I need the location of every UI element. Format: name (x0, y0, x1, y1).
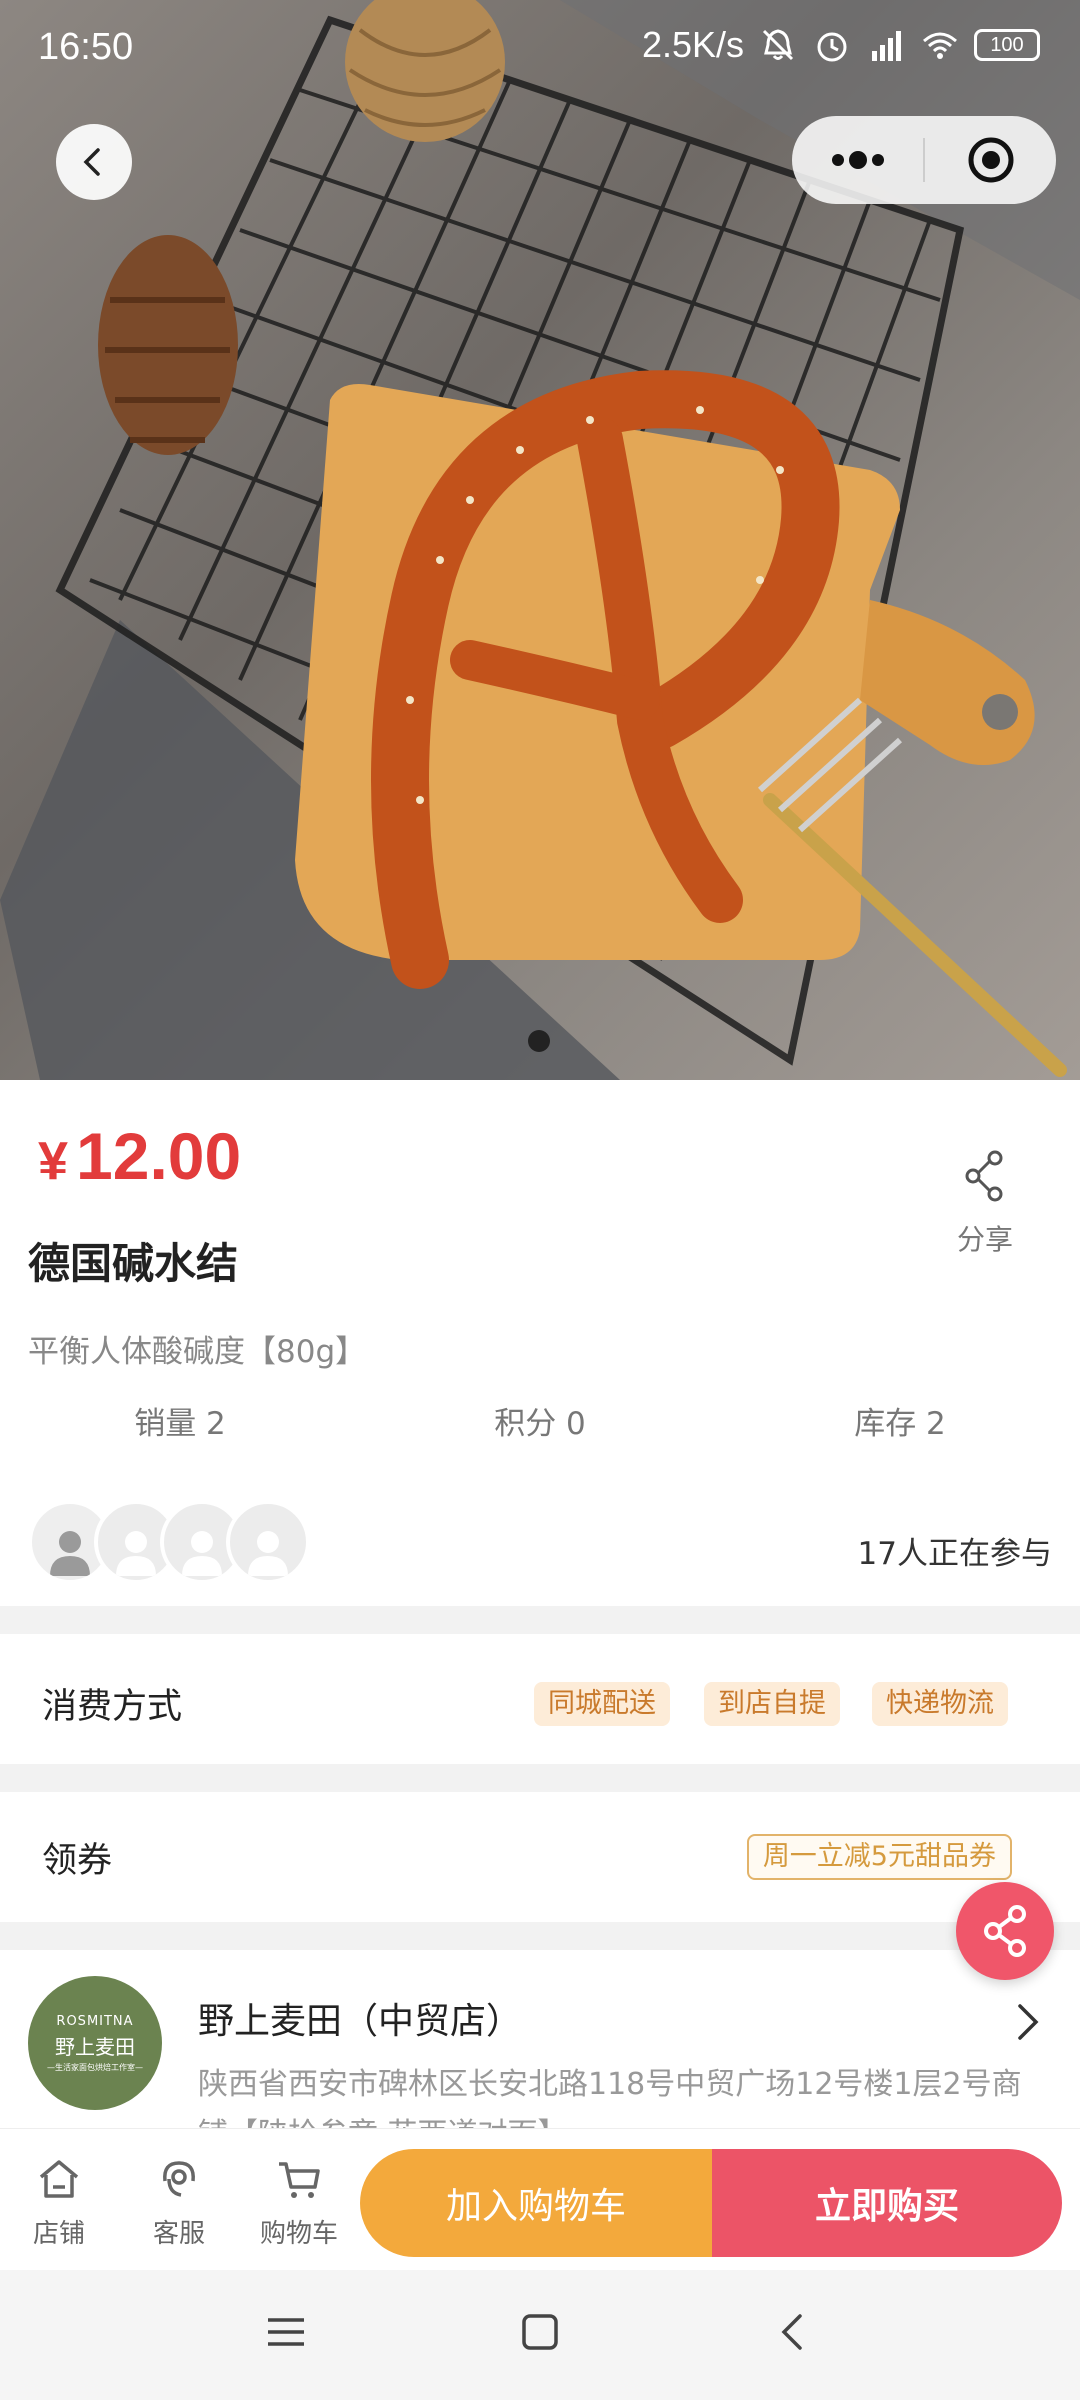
back-button[interactable] (56, 124, 132, 200)
share-button[interactable]: 分享 (930, 1150, 1040, 1258)
product-subtitle: 平衡人体酸碱度【80g】 (28, 1334, 367, 1370)
store-name: 野上麦田（中贸店） (198, 2001, 523, 2042)
product-image[interactable]: 16:50 2.5K/s 100 (0, 0, 1080, 1080)
chip-local-delivery[interactable]: 同城配送 (534, 1682, 670, 1726)
tab-store[interactable]: 店铺 (4, 2155, 114, 2250)
signal-icon (872, 31, 901, 61)
target-close-icon (968, 137, 1013, 183)
user-icon (116, 1531, 156, 1576)
tab-cart[interactable]: 购物车 (244, 2155, 354, 2250)
more-dots-icon (831, 151, 884, 169)
bell-muted-icon (762, 29, 794, 61)
more-button[interactable] (792, 116, 923, 204)
store-card[interactable]: ROSMITNA 野上麦田 —生活家面包烘焙工作室— 野上麦田（中贸店） 陕西省… (0, 1950, 1080, 2130)
status-icons: 2.5K/s 100 (642, 24, 1040, 66)
product-stats: 销量 2 积分 0 库存 2 (0, 1398, 1080, 1443)
tab-store-label: 店铺 (32, 2219, 85, 2249)
wifi-icon (923, 32, 957, 59)
price-currency: ¥ (38, 1131, 69, 1191)
user-icon (248, 1531, 288, 1576)
coupon-badge[interactable]: 周一立减5元甜品券 (746, 1834, 1012, 1880)
product-info: ¥12.00 分享 德国碱水结 平衡人体酸碱度【80g】 销量 2 积分 0 库… (0, 1080, 1080, 1606)
share-label: 分享 (956, 1223, 1013, 1256)
network-speed: 2.5K/s (641, 24, 744, 65)
miniprogram-capsule (792, 116, 1056, 204)
battery-indicator: 100 (974, 29, 1040, 61)
participants-count: 17人正在参与 (857, 1536, 1052, 1572)
avatar (226, 1500, 310, 1584)
price-value: 12.00 (76, 1119, 242, 1193)
store-icon (39, 2160, 79, 2198)
alarm-icon (817, 32, 847, 62)
store-logo: ROSMITNA 野上麦田 —生活家面包烘焙工作室— (28, 1976, 162, 2110)
stat-points: 积分 0 (494, 1406, 586, 1442)
coupon-label: 领券 (42, 1841, 113, 1881)
tab-customer-service-label: 客服 (152, 2219, 205, 2249)
cart-icon (279, 2162, 320, 2198)
carousel-dot (528, 1030, 550, 1052)
stat-stock: 库存 2 (854, 1406, 946, 1442)
user-icon (182, 1531, 222, 1576)
product-title: 德国碱水结 (28, 1239, 239, 1288)
bottom-action-bar: 店铺 客服 购物车 加入购物车 立即购买 (0, 2128, 1080, 2270)
chevron-left-icon (83, 148, 100, 176)
chevron-right-icon (1018, 2004, 1039, 2040)
system-nav-bar (0, 2270, 1080, 2400)
store-logo-tagline: —生活家面包烘焙工作室— (47, 2062, 143, 2072)
share-icon (984, 1905, 1026, 1957)
floating-share-button[interactable] (956, 1882, 1054, 1980)
status-time: 16:50 (38, 26, 134, 68)
consumption-row: 消费方式 同城配送 到店自提 快递物流 (0, 1634, 1080, 1764)
close-miniprogram-button[interactable] (925, 116, 1056, 204)
add-to-cart-button[interactable]: 加入购物车 (360, 2149, 712, 2257)
menu-icon[interactable] (264, 2310, 308, 2354)
store-logo-text-cn: 野上麦田 (55, 2034, 135, 2059)
stat-sales: 销量 2 (134, 1406, 226, 1442)
store-address: 陕西省西安市碑林区长安北路118号中贸广场12号楼1层2号商铺【陕拾叁章 花西道… (198, 2067, 1022, 2130)
headset-icon (163, 2161, 195, 2197)
tab-customer-service[interactable]: 客服 (124, 2155, 234, 2250)
product-price: ¥12.00 (38, 1118, 241, 1194)
status-bar: 16:50 2.5K/s 100 (0, 0, 1080, 96)
share-icon (965, 1150, 1003, 1202)
nav-back-icon[interactable] (772, 2310, 816, 2354)
buy-now-button[interactable]: 立即购买 (712, 2149, 1062, 2257)
home-square-icon[interactable] (518, 2310, 562, 2354)
tab-cart-label: 购物车 (259, 2219, 338, 2249)
store-logo-text-en: ROSMITNA (56, 2013, 134, 2029)
chip-store-pickup[interactable]: 到店自提 (704, 1682, 840, 1726)
user-icon (50, 1531, 90, 1576)
chip-express[interactable]: 快递物流 (872, 1682, 1008, 1726)
consumption-label: 消费方式 (42, 1687, 183, 1727)
coupon-row[interactable]: 领券 周一立减5元甜品券 (0, 1792, 1080, 1922)
